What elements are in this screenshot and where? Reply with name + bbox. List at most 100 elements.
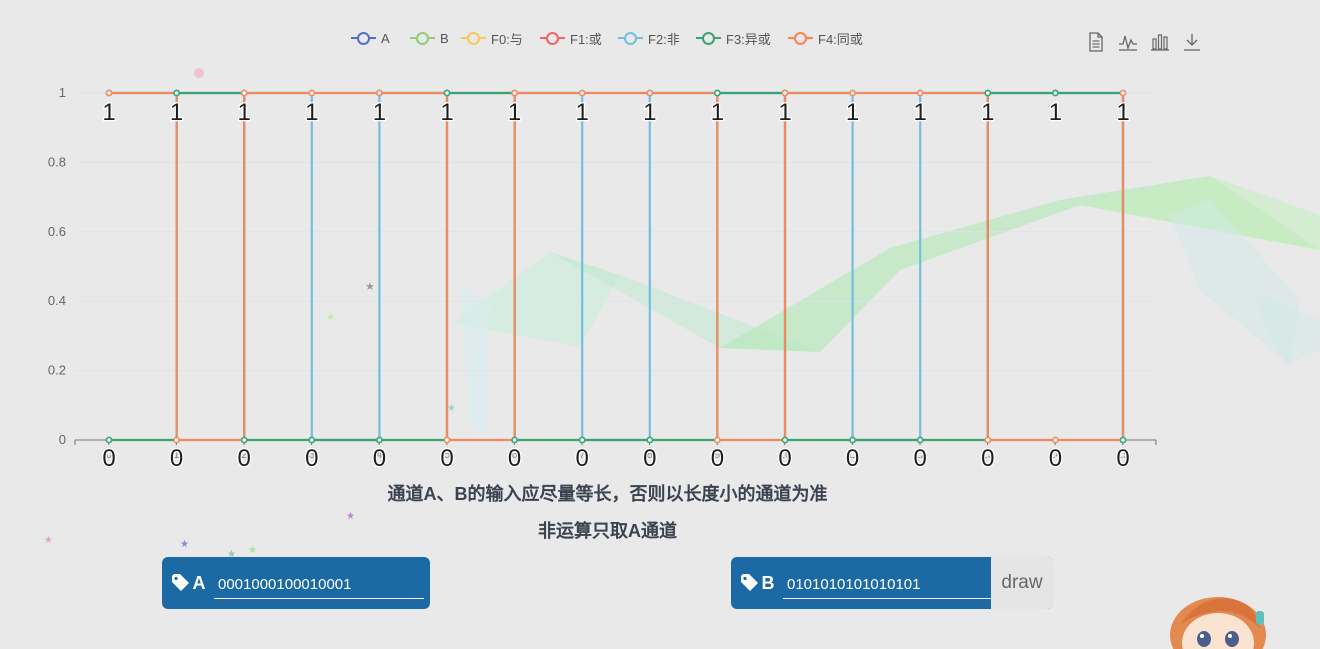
legend-label: F0:与 xyxy=(491,31,523,47)
data-point xyxy=(443,89,451,97)
legend-label: F2:非 xyxy=(648,31,680,47)
series-line xyxy=(109,91,1125,442)
y-tick-label: 0.2 xyxy=(48,363,66,378)
tag-icon xyxy=(171,574,189,591)
legend-swatch xyxy=(618,31,643,45)
data-label: 1 xyxy=(102,99,115,126)
legend-swatch xyxy=(540,31,565,45)
data-label: 1 xyxy=(1049,99,1062,126)
data-label: 1 xyxy=(238,99,251,126)
data-point xyxy=(240,436,248,444)
channel-b-input[interactable] xyxy=(783,571,993,599)
channel-b-panel: B draw xyxy=(731,557,1053,609)
data-point xyxy=(849,436,856,444)
tag-icon xyxy=(740,574,758,591)
y-tick-label: 1 xyxy=(59,85,66,100)
data-point xyxy=(578,89,586,97)
legend-label: F1:或 xyxy=(570,31,602,47)
y-axis: 0 0.2 0.4 0.6 0.8 1 xyxy=(48,85,66,447)
legend-item[interactable]: A xyxy=(351,29,390,47)
data-point xyxy=(375,436,383,444)
data-point xyxy=(308,436,316,444)
legend-label: B xyxy=(440,30,449,46)
legend-label: F3:异或 xyxy=(726,31,771,47)
legend-item[interactable]: F3:异或 xyxy=(696,29,771,47)
data-label: 1 xyxy=(440,99,453,126)
data-point xyxy=(173,436,180,444)
channel-b-tag: B xyxy=(731,557,783,609)
data-label: 0 xyxy=(440,445,453,472)
line-chart-icon[interactable] xyxy=(1118,30,1138,54)
data-point xyxy=(308,89,316,97)
data-label: 0 xyxy=(102,445,115,472)
draw-button[interactable]: draw xyxy=(991,557,1053,609)
data-point xyxy=(714,436,721,444)
data-label: 0 xyxy=(846,445,859,472)
data-point xyxy=(916,89,924,97)
legend-swatch xyxy=(696,31,721,45)
data-label: 0 xyxy=(238,445,251,472)
data-label: 0 xyxy=(305,445,318,472)
data-point xyxy=(105,436,113,444)
series-layer xyxy=(105,89,1127,444)
legend-item[interactable]: B xyxy=(410,29,449,47)
data-label: 0 xyxy=(576,445,589,472)
legend-swatch xyxy=(351,31,376,45)
data-label: 1 xyxy=(508,99,521,126)
data-view-icon[interactable] xyxy=(1086,30,1106,54)
chart-toolbox xyxy=(1086,30,1202,56)
data-point xyxy=(511,436,518,444)
data-point xyxy=(646,436,654,444)
data-label: 1 xyxy=(1116,99,1129,126)
data-point xyxy=(646,89,654,97)
legend-item[interactable]: F1:或 xyxy=(540,29,602,47)
download-icon[interactable] xyxy=(1182,30,1202,54)
legend-swatch xyxy=(410,31,435,45)
data-point xyxy=(443,436,451,444)
data-point xyxy=(916,436,924,444)
data-point xyxy=(1119,436,1127,444)
data-label: 1 xyxy=(914,99,927,126)
data-point xyxy=(1119,89,1127,97)
length-note: 通道A、B的输入应尽量等长，否则以长度小的通道为准 xyxy=(387,484,828,504)
channel-b-label: B xyxy=(761,572,775,593)
data-label: 1 xyxy=(981,99,994,126)
data-label: 0 xyxy=(981,445,994,472)
y-tick-label: 0.8 xyxy=(48,154,66,169)
mascot-illustration xyxy=(1170,597,1266,649)
data-point xyxy=(984,436,992,444)
channel-a-input[interactable] xyxy=(214,571,424,599)
data-label: 1 xyxy=(846,99,859,126)
data-point xyxy=(105,89,113,97)
data-point xyxy=(375,89,383,97)
legend-item[interactable]: F2:非 xyxy=(618,29,680,47)
legend-item[interactable]: F4:同或 xyxy=(788,29,863,47)
series-line xyxy=(109,91,1125,442)
data-label: 1 xyxy=(373,99,386,126)
data-label: 0 xyxy=(1116,445,1129,472)
y-tick-label: 0 xyxy=(59,432,66,447)
data-label: 1 xyxy=(576,99,589,126)
legend-swatch xyxy=(461,31,486,45)
data-label: 0 xyxy=(508,445,521,472)
data-label: 1 xyxy=(170,99,183,126)
legend-item[interactable]: F0:与 xyxy=(461,29,523,47)
data-point xyxy=(984,89,992,97)
legend-label: F4:同或 xyxy=(818,31,863,47)
data-label: 0 xyxy=(643,445,656,472)
data-label: 1 xyxy=(711,99,724,126)
channel-a-tag: A xyxy=(162,557,214,609)
data-label: 0 xyxy=(373,445,386,472)
bar-chart-icon[interactable] xyxy=(1150,30,1170,54)
data-point xyxy=(714,89,721,97)
svg-text:★: ★ xyxy=(248,545,257,556)
y-tick-label: 0.4 xyxy=(48,293,66,308)
data-point xyxy=(781,436,789,444)
data-label: 0 xyxy=(711,445,724,472)
y-grid xyxy=(75,92,1156,372)
data-point xyxy=(511,89,518,97)
data-point xyxy=(578,436,586,444)
channel-a-label: A xyxy=(192,572,206,593)
data-label: 1 xyxy=(778,99,791,126)
data-label: 0 xyxy=(1049,445,1062,472)
